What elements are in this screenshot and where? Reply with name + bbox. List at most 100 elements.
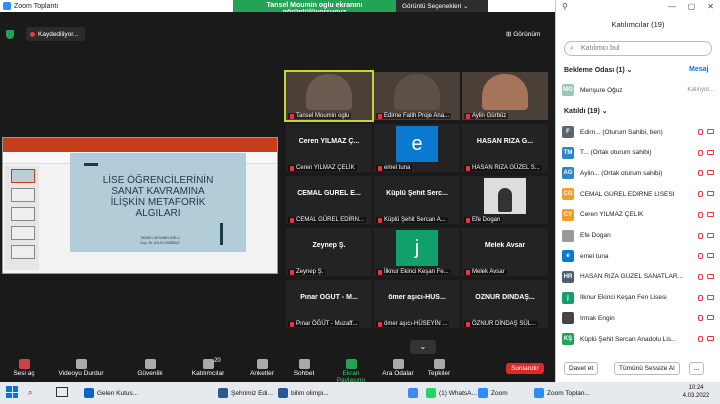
avatar: TM — [562, 146, 574, 159]
share-icon — [345, 359, 357, 369]
mic-muted-icon — [290, 269, 294, 275]
minimize-icon[interactable]: — — [668, 2, 676, 11]
toolbar-video-button[interactable]: Videoyu Durdur — [56, 358, 106, 382]
mute-all-button[interactable]: Tümünü Sessize Al — [614, 362, 680, 375]
view-options-button[interactable]: Görüntü Seçenekleri ⌄ — [396, 0, 488, 12]
participant-status — [692, 253, 714, 260]
pin-icon[interactable]: ⚲ — [562, 2, 568, 11]
toolbar-share-button[interactable]: Ekran Paylaşımı — [328, 358, 374, 384]
toolbar-participants-button[interactable]: 20 Katılımcılar — [186, 358, 230, 382]
video-tile[interactable]: j İlknur Ekinci Keşan Fe... — [374, 228, 460, 276]
more-button[interactable]: ... — [689, 362, 705, 375]
taskbar-app-label: Zoom Toplan... — [547, 389, 590, 397]
mic-muted-icon[interactable] — [698, 191, 703, 198]
participant-label-text: CEMAL GÜREL EDİRN... — [296, 217, 364, 223]
participant-row[interactable]: j İlknur Ekinci Keşan Fen Lisesi — [562, 290, 714, 306]
camera-off-icon — [707, 129, 714, 134]
mic-muted-icon[interactable] — [698, 170, 703, 177]
avatar — [562, 312, 574, 325]
taskbar-app[interactable] — [408, 385, 418, 401]
toolbar-poll-button[interactable]: Anketler — [240, 358, 284, 382]
end-meeting-button[interactable]: Sonlandır — [506, 363, 544, 374]
video-tile[interactable]: Melek Avsar Melek Avsar — [462, 228, 548, 276]
avatar — [562, 229, 574, 242]
mic-muted-icon[interactable] — [698, 149, 703, 156]
toolbar-mic-button[interactable]: Sesi aç — [4, 358, 44, 382]
mic-muted-icon[interactable] — [698, 336, 703, 342]
participant-row[interactable]: F Edirn... (Oturum Sahibi, ben) — [562, 124, 714, 140]
video-tile[interactable]: Edirne Fatih Proje Ana... — [374, 72, 460, 120]
participant-row[interactable]: CY Ceren YILMAZ ÇELİK — [562, 207, 714, 223]
mic-muted-icon — [378, 113, 382, 119]
message-button[interactable]: Mesaj — [689, 66, 708, 73]
system-clock[interactable]: 10:24 4.03.2022 — [674, 384, 718, 400]
slide-thumbnail — [11, 207, 35, 221]
camera-off-icon — [707, 170, 714, 176]
participant-row[interactable]: HR HASAN RIZA GÜZEL SANATLAR... — [562, 269, 714, 285]
video-tile[interactable]: Küplü Şehit Serc... Küplü Şehit Sercan A.… — [374, 176, 460, 224]
video-tile[interactable]: Pınar ÖĞÜT - M... Pınar ÖĞÜT - Muzaff... — [286, 280, 372, 328]
mic-muted-icon[interactable] — [698, 211, 703, 218]
video-tile[interactable]: Aylin Gürbüz — [462, 72, 548, 120]
waiting-room-header[interactable]: Bekleme Odası (1) ⌄ — [564, 66, 633, 74]
taskbar-app[interactable]: Zoom Toplan... — [534, 385, 590, 401]
mic-muted-icon[interactable] — [698, 273, 703, 280]
participant-video — [306, 74, 352, 110]
participant-name-large: Melek Avsar — [484, 242, 526, 249]
recording-indicator[interactable]: Kaydediliyor... — [26, 27, 85, 41]
task-view-icon[interactable] — [56, 387, 68, 397]
in-meeting-header[interactable]: Katıldı (19) ⌄ — [564, 107, 608, 115]
slide-title: LİSE ÖĞRENCİLERİNİN SANAT KAVRAMINA İLİŞ… — [102, 175, 214, 219]
video-tile[interactable]: Ceren YILMAZ Ç... Ceren YILMAZ ÇELİK — [286, 124, 372, 172]
taskbar-app[interactable]: Gelen Kutus... — [84, 385, 138, 401]
avatar: CY — [562, 208, 574, 221]
view-button[interactable]: ⊞ Görünüm — [506, 28, 551, 40]
participant-name: Küplü Şehit Sercan Anadolu Lis... — [580, 335, 677, 343]
video-tile[interactable]: ömer aşıcı-HÜS... ömer aşıcı-HÜSEYİN ... — [374, 280, 460, 328]
meeting-toolbar: Sesi aç Videoyu Durdur Güvenlik 20 Katılımcı… — [0, 358, 555, 384]
mic-muted-icon[interactable] — [698, 294, 703, 301]
mic-muted-icon[interactable] — [698, 315, 703, 322]
video-tile[interactable]: Efe Dogan — [462, 176, 548, 224]
maximize-icon[interactable]: ▢ — [688, 2, 696, 11]
chevron-down-icon[interactable]: ⌄ — [410, 340, 436, 354]
participant-row[interactable]: CG CEMAL GÜREL EDİRNE LİSESİ — [562, 186, 714, 202]
participant-label: Pınar ÖĞÜT - Muzaff... — [288, 321, 360, 327]
shield-icon — [144, 359, 156, 369]
invite-button[interactable]: Davet et — [564, 362, 599, 375]
video-tile[interactable]: Tansel Moumin oglu — [284, 70, 374, 122]
video-tile[interactable]: Zeynep Ş. Zeynep Ş. — [286, 228, 372, 276]
close-icon[interactable]: ✕ — [707, 2, 714, 11]
participant-label: Melek Avsar — [464, 269, 507, 275]
video-tile[interactable]: CEMAL GÜREL E... CEMAL GÜREL EDİRN... — [286, 176, 372, 224]
participant-row[interactable]: KŞ Küplü Şehit Sercan Anadolu Lis... — [562, 331, 714, 347]
participant-label: İlknur Ekinci Keşan Fe... — [376, 269, 451, 275]
participant-name-large: HASAN RIZA G... — [476, 138, 534, 145]
chat-icon — [298, 359, 310, 369]
participant-row[interactable]: Efe Dogan — [562, 228, 714, 244]
participant-label: ömer aşıcı-HÜSEYİN ... — [376, 321, 450, 327]
video-tile[interactable]: e emel tuna — [374, 124, 460, 172]
taskbar-app[interactable]: bilim olimpi... — [278, 385, 329, 401]
taskbar-app[interactable]: (1) WhatsA... — [426, 385, 477, 401]
windows-start-icon[interactable] — [6, 386, 18, 398]
toolbar-smile-button[interactable]: Tepkiler — [424, 358, 454, 382]
taskbar-app[interactable]: Şehrimiz Edi... — [218, 385, 273, 401]
encryption-shield-icon[interactable] — [6, 30, 14, 39]
participant-label: HASAN RIZA GÜZEL S... — [464, 165, 542, 171]
video-tile[interactable]: HASAN RIZA G... HASAN RIZA GÜZEL S... — [462, 124, 548, 172]
participant-row[interactable]: Irmak Engin — [562, 310, 714, 326]
mic-muted-icon[interactable] — [698, 253, 703, 260]
waiting-person-row[interactable]: MO Menşure Oğuz Katılıyor... — [562, 82, 714, 98]
participant-row[interactable]: TM T... (Ortak oturum sahibi) — [562, 145, 714, 161]
toolbar-shield-button[interactable]: Güvenlik — [128, 358, 172, 382]
mic-muted-icon[interactable] — [698, 232, 703, 239]
video-tile[interactable]: ÖZNUR DİNDAŞ... ÖZNUR DİNDAŞ SÜL... — [462, 280, 548, 328]
participant-row[interactable]: AG Aylin... (Ortak oturum sahibi) — [562, 165, 714, 181]
participant-search-input[interactable]: Katılımcı bul — [564, 41, 712, 56]
toolbar-chat-button[interactable]: Sohbet — [290, 358, 318, 382]
mic-muted-icon[interactable] — [698, 129, 703, 135]
taskbar-app[interactable]: Zoom — [478, 385, 508, 401]
participant-row[interactable]: e emel tuna — [562, 248, 714, 264]
toolbar-rooms-button[interactable]: Ara Odalar — [380, 358, 416, 382]
